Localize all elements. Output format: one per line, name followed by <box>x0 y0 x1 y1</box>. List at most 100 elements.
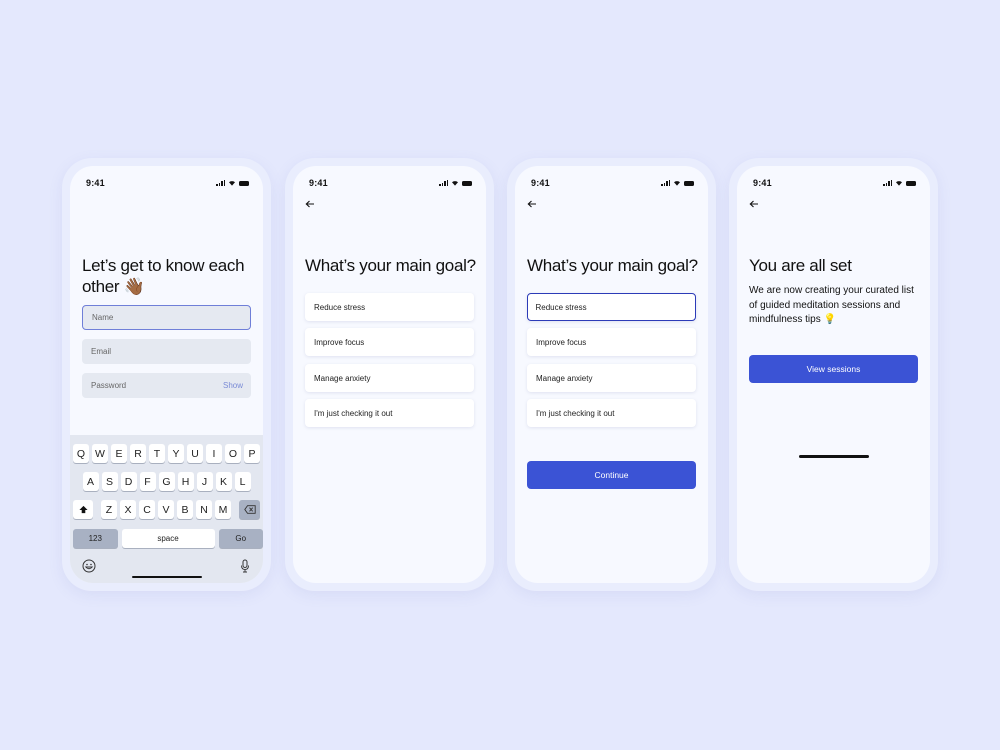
signal-icon <box>439 180 448 186</box>
page-title: You are all set <box>749 256 852 275</box>
key-t[interactable]: T <box>149 444 165 463</box>
key-s[interactable]: S <box>101 472 118 491</box>
status-bar: 9:41 <box>309 177 472 189</box>
option-label: Reduce stress <box>535 302 587 312</box>
keyboard-row-4: 123 space Go <box>70 529 263 548</box>
microphone-icon[interactable] <box>240 559 250 573</box>
status-time: 9:41 <box>309 178 328 188</box>
option-label: Reduce stress <box>314 302 366 312</box>
battery-icon <box>684 180 694 186</box>
page-title: Let’s get to know each other 👋🏾 <box>82 256 245 296</box>
status-time: 9:41 <box>86 178 105 188</box>
phone-all-set: 9:41 You are all set We are now creating… <box>729 158 938 591</box>
arrow-left-icon[interactable] <box>527 200 537 208</box>
wifi-icon <box>674 181 680 186</box>
status-time: 9:41 <box>531 178 550 188</box>
key-z[interactable]: Z <box>101 500 117 519</box>
arrow-left-icon[interactable] <box>749 200 759 208</box>
key-c[interactable]: C <box>139 500 155 519</box>
keyboard-row-2: A S D F G H J K L <box>70 472 263 491</box>
goal-option[interactable]: Reduce stress <box>305 293 474 321</box>
arrow-left-icon[interactable] <box>305 200 315 208</box>
signup-screen: 9:41 Let’s get to know each other 👋🏾 Nam… <box>70 166 263 583</box>
goal-option[interactable]: Manage anxiety <box>305 364 474 392</box>
name-placeholder: Name <box>92 313 114 322</box>
status-bar: 9:41 <box>753 177 916 189</box>
goal-option[interactable]: Manage anxiety <box>527 364 696 392</box>
numbers-key[interactable]: 123 <box>73 529 118 548</box>
key-h[interactable]: H <box>177 472 194 491</box>
key-w[interactable]: W <box>92 444 108 463</box>
key-d[interactable]: D <box>120 472 137 491</box>
continue-button[interactable]: Continue <box>527 461 696 489</box>
delete-key[interactable] <box>239 500 260 519</box>
status-time: 9:41 <box>753 178 772 188</box>
keyboard: Q W E R T Y U I O P A S D F G H J K L Z … <box>70 435 263 583</box>
key-a[interactable]: A <box>82 472 99 491</box>
goal-option[interactable]: I'm just checking it out <box>527 399 696 427</box>
phone-goal-selected: 9:41 What’s your main goal? Reduce stres… <box>507 158 716 591</box>
option-label: I'm just checking it out <box>536 408 615 418</box>
option-label: Improve focus <box>536 337 587 347</box>
wifi-icon <box>896 181 902 186</box>
battery-icon <box>462 180 472 186</box>
name-field[interactable]: Name <box>82 305 251 330</box>
key-x[interactable]: X <box>120 500 136 519</box>
wifi-icon <box>452 181 458 186</box>
goal-option-selected[interactable]: Reduce stress <box>527 293 696 321</box>
password-placeholder: Password <box>91 381 127 390</box>
keyboard-row-1: Q W E R T Y U I O P <box>70 444 263 463</box>
key-l[interactable]: L <box>234 472 251 491</box>
key-e[interactable]: E <box>111 444 127 463</box>
key-m[interactable]: M <box>215 500 231 519</box>
page-title: What’s your main goal? <box>527 256 698 275</box>
signal-icon <box>216 180 225 186</box>
email-field[interactable]: Email <box>82 339 251 364</box>
home-indicator <box>798 455 869 458</box>
wifi-icon <box>229 181 235 186</box>
key-u[interactable]: U <box>187 444 203 463</box>
key-n[interactable]: N <box>196 500 212 519</box>
status-bar: 9:41 <box>86 177 249 189</box>
goal-option[interactable]: I'm just checking it out <box>305 399 474 427</box>
key-f[interactable]: F <box>139 472 156 491</box>
confirmation-message: We are now creating your curated list of… <box>749 285 914 325</box>
shift-icon <box>78 505 88 514</box>
battery-icon <box>906 180 916 186</box>
phone-goal: 9:41 What’s your main goal? Reduce stres… <box>285 158 494 591</box>
key-p[interactable]: P <box>244 444 260 463</box>
password-field[interactable]: Password Show <box>82 373 251 398</box>
emoji-icon[interactable] <box>82 559 96 573</box>
keyboard-row-3: Z X C V B N M <box>70 500 263 519</box>
show-password-button[interactable]: Show <box>223 381 243 390</box>
home-indicator <box>131 575 202 578</box>
key-o[interactable]: O <box>225 444 241 463</box>
key-i[interactable]: I <box>206 444 222 463</box>
shift-key[interactable] <box>73 500 93 519</box>
key-v[interactable]: V <box>158 500 174 519</box>
option-label: Manage anxiety <box>536 373 593 383</box>
goal-screen: 9:41 What’s your main goal? Reduce stres… <box>293 166 486 583</box>
page-title: What’s your main goal? <box>305 256 476 275</box>
key-j[interactable]: J <box>196 472 213 491</box>
key-g[interactable]: G <box>158 472 175 491</box>
key-k[interactable]: K <box>215 472 232 491</box>
goal-option[interactable]: Improve focus <box>527 328 696 356</box>
goal-selected-screen: 9:41 What’s your main goal? Reduce stres… <box>515 166 708 583</box>
go-key[interactable]: Go <box>218 529 263 548</box>
email-placeholder: Email <box>91 347 112 356</box>
view-sessions-button[interactable]: View sessions <box>749 355 918 383</box>
status-bar: 9:41 <box>531 177 694 189</box>
goal-option[interactable]: Improve focus <box>305 328 474 356</box>
key-b[interactable]: B <box>177 500 193 519</box>
phone-signup: 9:41 Let’s get to know each other 👋🏾 Nam… <box>62 158 271 591</box>
key-r[interactable]: R <box>130 444 146 463</box>
option-label: Manage anxiety <box>314 373 371 383</box>
all-set-screen: 9:41 You are all set We are now creating… <box>737 166 930 583</box>
key-y[interactable]: Y <box>168 444 184 463</box>
delete-icon <box>243 505 256 514</box>
battery-icon <box>239 180 249 186</box>
signal-icon <box>661 180 670 186</box>
key-q[interactable]: Q <box>73 444 89 463</box>
space-key[interactable]: space <box>121 529 215 548</box>
